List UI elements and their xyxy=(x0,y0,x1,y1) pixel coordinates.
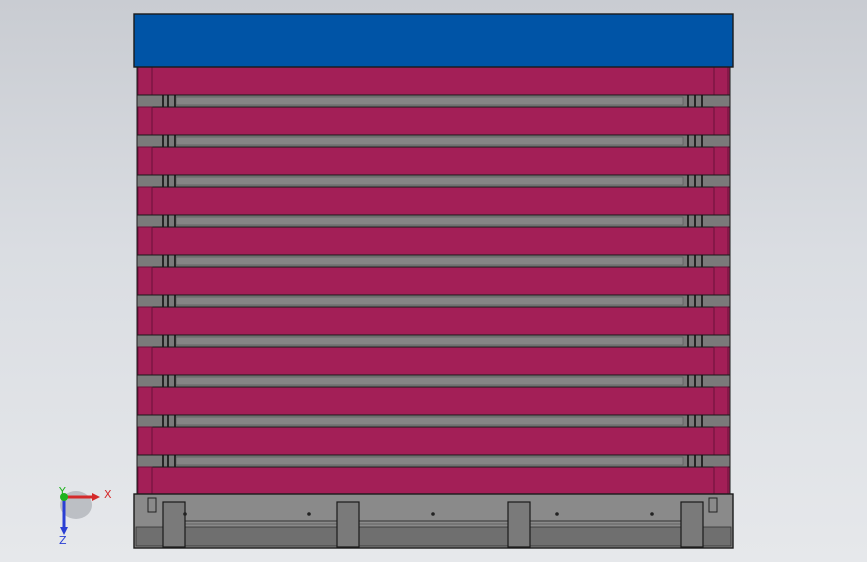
slat xyxy=(136,346,731,376)
fastener xyxy=(307,512,311,516)
slat-right-cap xyxy=(713,186,729,216)
gap-inner xyxy=(175,176,684,186)
slat-left-cap xyxy=(137,186,153,216)
triad-x-label: X xyxy=(104,488,112,501)
gap-inner xyxy=(175,416,684,426)
slat xyxy=(136,66,731,96)
slat xyxy=(136,106,731,136)
slat-right-cap xyxy=(713,106,729,136)
triad-x-arrowhead xyxy=(92,493,100,501)
slat xyxy=(136,186,731,216)
gap-inner xyxy=(175,376,684,386)
fastener xyxy=(183,512,187,516)
fastener xyxy=(431,512,435,516)
slat-right-cap xyxy=(713,466,729,496)
support-leg xyxy=(507,501,531,548)
slat-left-cap xyxy=(137,306,153,336)
slat-left-cap xyxy=(137,106,153,136)
gap-inner xyxy=(175,96,684,106)
support-leg xyxy=(162,501,186,548)
slat xyxy=(136,466,731,496)
slat-left-cap xyxy=(137,386,153,416)
slat xyxy=(136,226,731,256)
slat-left-cap xyxy=(137,466,153,496)
gap-inner xyxy=(175,256,684,266)
fastener xyxy=(650,512,654,516)
cad-viewport[interactable]: X Y Z xyxy=(0,0,867,562)
triad-z-label: Z xyxy=(59,534,67,547)
base-lower-rail xyxy=(135,526,732,547)
slat-left-cap xyxy=(137,66,153,96)
gap-inner xyxy=(175,216,684,226)
gap-inner xyxy=(175,136,684,146)
slat-right-cap xyxy=(713,306,729,336)
slat xyxy=(136,386,731,416)
slat-right-cap xyxy=(713,386,729,416)
slat-right-cap xyxy=(713,146,729,176)
support-leg xyxy=(336,501,360,548)
slat-left-cap xyxy=(137,226,153,256)
triad-y-label: Y xyxy=(58,485,66,498)
top-cover xyxy=(133,13,734,68)
slat-left-cap xyxy=(137,266,153,296)
gap-inner xyxy=(175,456,684,466)
slat-right-cap xyxy=(713,226,729,256)
orientation-triad: X Y Z xyxy=(58,485,112,547)
slat-right-cap xyxy=(713,346,729,376)
support-leg xyxy=(680,501,704,548)
slat-right-cap xyxy=(713,266,729,296)
slat xyxy=(136,426,731,456)
slat xyxy=(136,266,731,296)
slat xyxy=(136,306,731,336)
slat-left-cap xyxy=(137,426,153,456)
slat-left-cap xyxy=(137,346,153,376)
slat xyxy=(136,146,731,176)
gap-inner xyxy=(175,336,684,346)
slat-right-cap xyxy=(713,426,729,456)
assembly-model[interactable]: X Y Z xyxy=(0,0,867,562)
assembly-geometry xyxy=(133,13,734,549)
slat-left-cap xyxy=(137,146,153,176)
fastener xyxy=(555,512,559,516)
gap-inner xyxy=(175,296,684,306)
slat-right-cap xyxy=(713,66,729,96)
